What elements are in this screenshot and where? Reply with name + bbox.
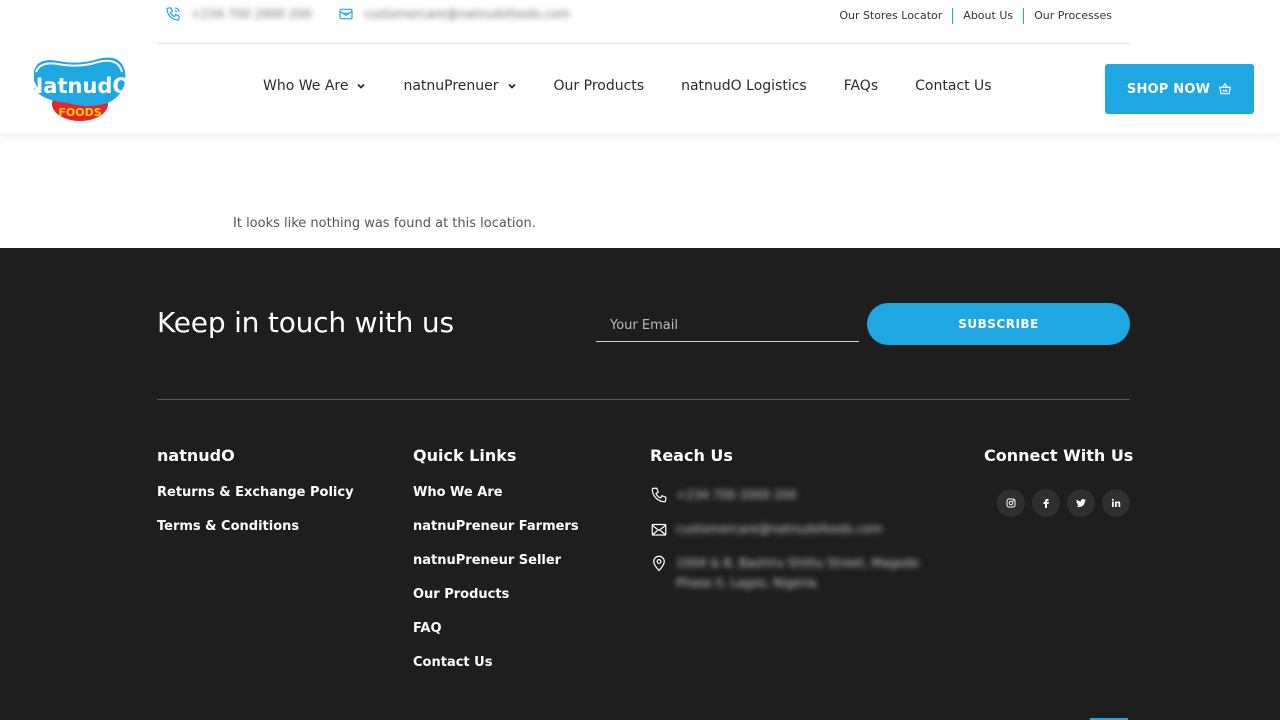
email-icon — [338, 6, 354, 22]
footer-col-reach-us-title: Reach Us — [650, 446, 733, 465]
footer-reach-phone[interactable]: +234 700 2000 200 — [650, 485, 946, 519]
top-email-text: customercare@natnudofoods.com — [363, 7, 571, 21]
social-links — [984, 489, 1130, 517]
nav-contact-us[interactable]: Contact Us — [915, 78, 991, 94]
chevron-down-icon — [357, 83, 366, 89]
footer-col-connect-title: Connect With Us — [984, 446, 1134, 465]
top-bar: +234 700 2000 200 customercare@natnudofo… — [157, 0, 1130, 44]
logo-sub-text: FOODS — [58, 106, 101, 119]
footer-reach-address-text: 1004 & 8, Bashiru Shittu Street, Magodo … — [676, 556, 920, 590]
shop-now-label: SHOP NOW — [1126, 81, 1211, 97]
top-link-our-processes[interactable]: Our Processes — [1023, 8, 1122, 24]
nav-natnuprenuer[interactable]: natnuPrenuer — [403, 78, 516, 94]
chevron-down-icon — [507, 83, 516, 89]
newsletter-email-input[interactable] — [596, 310, 859, 342]
linkedin-icon[interactable] — [1102, 489, 1130, 517]
footer-link-our-products[interactable]: Our Products — [413, 587, 579, 621]
top-link-stores-locator[interactable]: Our Stores Locator — [829, 8, 952, 24]
not-found-message: It looks like nothing was found at this … — [233, 216, 536, 231]
footer-divider — [157, 399, 1130, 400]
top-email[interactable]: customercare@natnudofoods.com — [338, 6, 570, 22]
footer-col-quick-links: Quick Links Who We Are natnuPreneur Farm… — [413, 446, 579, 689]
footer-col-connect: Connect With Us — [984, 446, 1134, 517]
footer-link-faq[interactable]: FAQ — [413, 621, 579, 655]
nav-natnuprenuer-label: natnuPrenuer — [403, 78, 499, 94]
shop-now-button[interactable]: SHOP NOW — [1105, 64, 1254, 114]
logo-brand-text: NatnudO — [28, 74, 128, 98]
footer-link-contact-us[interactable]: Contact Us — [413, 655, 579, 689]
footer-reach-address: 1004 & 8, Bashiru Shittu Street, Magodo … — [650, 553, 946, 593]
phone-icon — [165, 6, 181, 22]
phone-icon — [651, 487, 667, 503]
footer-link-seller[interactable]: natnuPreneur Seller — [413, 553, 579, 587]
top-links: Our Stores Locator About Us Our Processe… — [829, 8, 1122, 24]
instagram-icon[interactable] — [997, 489, 1025, 517]
top-contact: +234 700 2000 200 customercare@natnudofo… — [165, 6, 570, 22]
nav-natnudo-logistics[interactable]: natnudO Logistics — [681, 78, 807, 94]
nav-faqs[interactable]: FAQs — [844, 78, 878, 94]
footer-link-returns[interactable]: Returns & Exchange Policy — [157, 485, 354, 519]
footer: Keep in touch with us SUBSCRIBE natnudO … — [0, 248, 1280, 720]
nav-our-products-label: Our Products — [553, 78, 645, 94]
footer-col-natnudo: natnudO Returns & Exchange Policy Terms … — [157, 446, 354, 553]
footer-col-reach-us: Reach Us +234 700 2000 200 customercare@… — [650, 446, 946, 593]
footer-link-terms[interactable]: Terms & Conditions — [157, 519, 354, 553]
nav-faqs-label: FAQs — [843, 78, 879, 94]
footer-col-natnudo-title: natnudO — [157, 446, 235, 465]
footer-col-quick-links-title: Quick Links — [413, 446, 517, 465]
main-nav: Who We Are natnuPrenuer Our Products nat… — [263, 78, 992, 94]
footer-reach-email[interactable]: customercare@natnudofoods.com — [650, 519, 946, 553]
nav-our-products[interactable]: Our Products — [554, 78, 645, 94]
main-header: NatnudO FOODS Who We Are natnuPrenuer Ou… — [0, 44, 1280, 134]
logo[interactable]: NatnudO FOODS — [26, 53, 130, 123]
footer-link-farmers[interactable]: natnuPreneur Farmers — [413, 519, 579, 553]
basket-icon — [1219, 82, 1232, 95]
twitter-icon[interactable] — [1067, 489, 1095, 517]
footer-link-who-we-are[interactable]: Who We Are — [413, 485, 579, 519]
top-link-about-us[interactable]: About Us — [952, 8, 1023, 24]
nav-contact-us-label: Contact Us — [915, 78, 992, 94]
nav-who-we-are-label: Who We Are — [263, 78, 349, 94]
subscribe-button[interactable]: SUBSCRIBE — [867, 303, 1130, 345]
location-pin-icon — [653, 555, 665, 572]
nav-natnudo-logistics-label: natnudO Logistics — [681, 78, 807, 94]
footer-reach-phone-text: +234 700 2000 200 — [676, 488, 797, 502]
top-phone-text: +234 700 2000 200 — [191, 7, 312, 21]
footer-headline: Keep in touch with us — [157, 306, 454, 339]
top-phone[interactable]: +234 700 2000 200 — [165, 6, 312, 22]
nav-who-we-are[interactable]: Who We Are — [263, 78, 366, 94]
footer-reach-email-text: customercare@natnudofoods.com — [676, 522, 883, 536]
envelope-icon — [651, 523, 667, 536]
facebook-icon[interactable] — [1032, 489, 1060, 517]
